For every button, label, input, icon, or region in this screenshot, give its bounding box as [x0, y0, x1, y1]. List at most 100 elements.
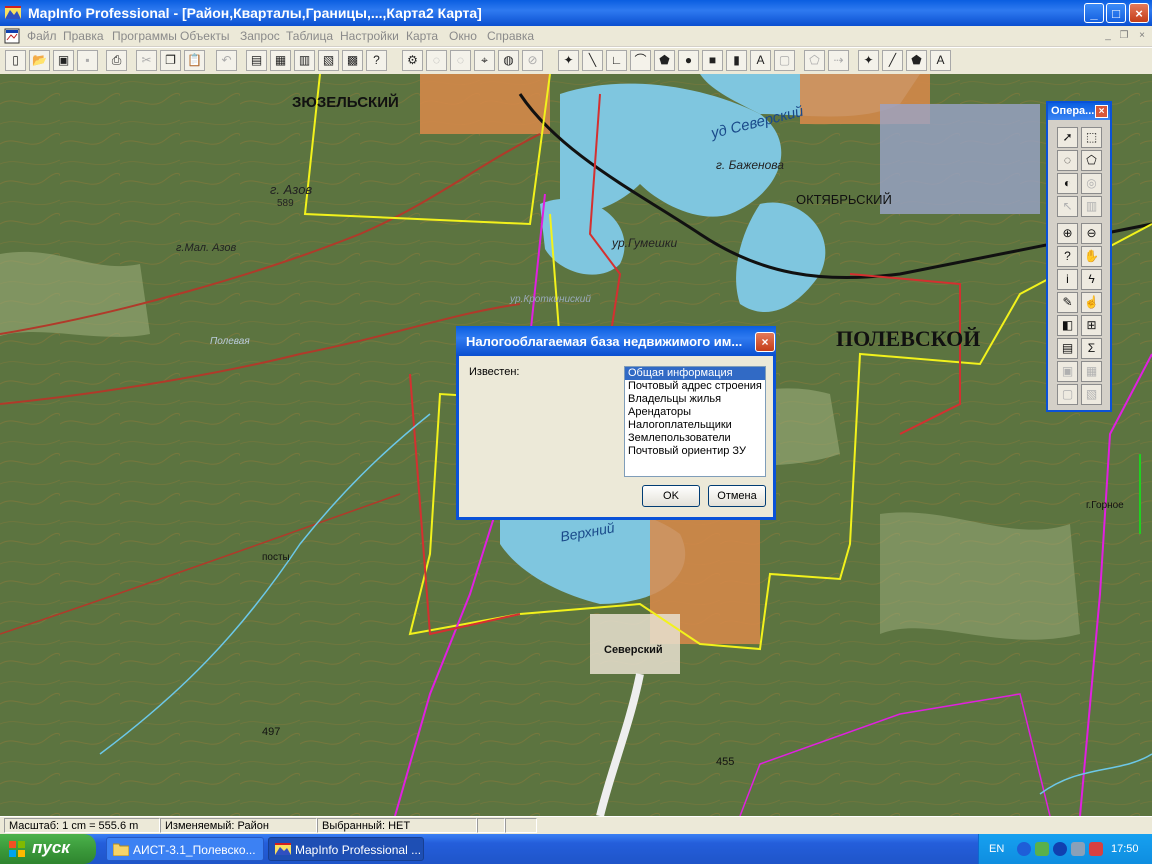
print-icon[interactable]: ⎙: [106, 50, 127, 71]
polygon-icon[interactable]: ⬟: [654, 50, 675, 71]
menu-programs[interactable]: Программы: [112, 29, 177, 43]
list-item[interactable]: Владельцы жилья: [625, 393, 765, 406]
reshape-icon[interactable]: ⬠: [804, 50, 825, 71]
redistrict-icon[interactable]: ▩: [342, 50, 363, 71]
tool-icon-6[interactable]: ⊘: [522, 50, 543, 71]
status-selected[interactable]: Выбранный: НЕТ: [317, 818, 477, 833]
maximize-button[interactable]: □: [1106, 3, 1126, 23]
list-item[interactable]: Почтовый адрес строения: [625, 380, 765, 393]
unselect-icon[interactable]: ◎: [1081, 173, 1102, 194]
polygon-select-icon[interactable]: ⬠: [1081, 150, 1102, 171]
legend-icon[interactable]: ▤: [1057, 338, 1078, 359]
text-style-icon[interactable]: A: [930, 50, 951, 71]
title-bar[interactable]: MapInfo Professional - [Район,Кварталы,Г…: [0, 0, 1152, 26]
graph-select-icon[interactable]: ▥: [1081, 196, 1102, 217]
menu-help[interactable]: Справка: [487, 29, 534, 43]
select-arrow-icon[interactable]: ➚: [1057, 127, 1078, 148]
new-grapher-icon[interactable]: ▥: [294, 50, 315, 71]
change-view-icon[interactable]: ?: [1057, 246, 1078, 267]
menu-edit[interactable]: Правка: [63, 29, 104, 43]
layer-control-icon[interactable]: ◧: [1057, 315, 1078, 336]
new-icon[interactable]: ▯: [5, 50, 26, 71]
menu-query[interactable]: Запрос: [240, 29, 280, 43]
menu-settings[interactable]: Настройки: [340, 29, 399, 43]
radius-select-icon[interactable]: ◌: [1057, 150, 1078, 171]
help-pointer-icon[interactable]: ?: [366, 50, 387, 71]
mdi-minimize-button[interactable]: _: [1102, 30, 1114, 42]
save-icon[interactable]: ▪: [77, 50, 98, 71]
label-tool-icon[interactable]: ✎: [1057, 292, 1078, 313]
dialog-title-bar[interactable]: Налогооблагаемая база недвижимого им...: [456, 326, 776, 356]
palette-close-button[interactable]: ×: [1095, 105, 1108, 118]
tool-icon-3[interactable]: ◌: [450, 50, 471, 71]
frame-icon[interactable]: ▢: [774, 50, 795, 71]
start-button[interactable]: пуск: [0, 834, 96, 864]
close-button[interactable]: ×: [1129, 3, 1149, 23]
open-workspace-icon[interactable]: ▣: [53, 50, 74, 71]
mdi-restore-button[interactable]: ❐: [1118, 30, 1130, 42]
display-icon[interactable]: [1071, 842, 1085, 856]
hotlink-icon[interactable]: ϟ: [1081, 269, 1102, 290]
geocode-icon[interactable]: ⌖: [474, 50, 495, 71]
run-program-icon[interactable]: ⚙: [402, 50, 423, 71]
info-type-listbox[interactable]: Общая информация Почтовый адрес строения…: [624, 366, 766, 477]
show-hide-icon[interactable]: ▧: [1081, 384, 1102, 405]
status-scale[interactable]: Масштаб: 1 cm = 555.6 m: [4, 818, 160, 833]
zoom-in-icon[interactable]: ⊕: [1057, 223, 1078, 244]
info-icon[interactable]: i: [1057, 269, 1078, 290]
copy-icon[interactable]: ❐: [160, 50, 181, 71]
undo-icon[interactable]: ↶: [216, 50, 237, 71]
list-item[interactable]: Налогоплательщики: [625, 419, 765, 432]
new-mapper-icon[interactable]: ▦: [270, 50, 291, 71]
dialog-close-button[interactable]: ×: [755, 332, 775, 352]
symbol-icon[interactable]: ✦: [558, 50, 579, 71]
palette-title-bar[interactable]: Опера... ×: [1048, 103, 1110, 120]
network-icon[interactable]: [1035, 842, 1049, 856]
language-indicator[interactable]: EN: [989, 843, 1004, 855]
rounded-rect-icon[interactable]: ▮: [726, 50, 747, 71]
add-node-icon[interactable]: ⇢: [828, 50, 849, 71]
ruler-icon[interactable]: ⊞: [1081, 315, 1102, 336]
cut-icon[interactable]: ✂: [136, 50, 157, 71]
menu-map[interactable]: Карта: [406, 29, 438, 43]
status-editable-layer[interactable]: Изменяемый: Район: [160, 818, 317, 833]
rectangle-icon[interactable]: ■: [702, 50, 723, 71]
boundary-select-icon[interactable]: ◐: [1057, 173, 1078, 194]
tray-expand-icon[interactable]: [1017, 842, 1031, 856]
list-item[interactable]: Арендаторы: [625, 406, 765, 419]
new-browser-icon[interactable]: ▤: [246, 50, 267, 71]
antivirus-icon[interactable]: [1089, 842, 1103, 856]
list-item[interactable]: Землепользователи: [625, 432, 765, 445]
invert-select-icon[interactable]: ↖: [1057, 196, 1078, 217]
marquee-select-icon[interactable]: ⬚: [1081, 127, 1102, 148]
globe-icon[interactable]: ◍: [498, 50, 519, 71]
symbol-style-icon[interactable]: ✦: [858, 50, 879, 71]
menu-window[interactable]: Окно: [449, 29, 477, 43]
text-icon[interactable]: A: [750, 50, 771, 71]
paste-icon[interactable]: 📋: [184, 50, 205, 71]
menu-objects[interactable]: Объекты: [180, 29, 230, 43]
ok-button[interactable]: OK: [642, 485, 700, 507]
taskbar-item-folder[interactable]: АИСТ-3.1_Полевско...: [106, 837, 264, 861]
cancel-button[interactable]: Отмена: [708, 485, 766, 507]
set-target-icon[interactable]: ▦: [1081, 361, 1102, 382]
taskbar-item-mapinfo[interactable]: MapInfo Professional ...: [268, 837, 424, 861]
region-style-icon[interactable]: ⬟: [906, 50, 927, 71]
ellipse-icon[interactable]: ●: [678, 50, 699, 71]
menu-file[interactable]: Файл: [27, 29, 57, 43]
list-item[interactable]: Общая информация: [625, 367, 765, 380]
new-layout-icon[interactable]: ▧: [318, 50, 339, 71]
bluetooth-icon[interactable]: [1053, 842, 1067, 856]
drag-window-icon[interactable]: ▢: [1057, 384, 1078, 405]
map-document-icon[interactable]: [4, 28, 20, 44]
zoom-out-icon[interactable]: ⊖: [1081, 223, 1102, 244]
line-icon[interactable]: ╲: [582, 50, 603, 71]
arc-icon[interactable]: ⌒: [630, 50, 651, 71]
open-icon[interactable]: 📂: [29, 50, 50, 71]
polyline-icon[interactable]: ∟: [606, 50, 627, 71]
menu-table[interactable]: Таблица: [286, 29, 333, 43]
minimize-button[interactable]: _: [1084, 3, 1104, 23]
line-style-icon[interactable]: ╱: [882, 50, 903, 71]
list-item[interactable]: Почтовый ориентир ЗУ: [625, 445, 765, 458]
mdi-close-button[interactable]: ×: [1136, 30, 1148, 42]
